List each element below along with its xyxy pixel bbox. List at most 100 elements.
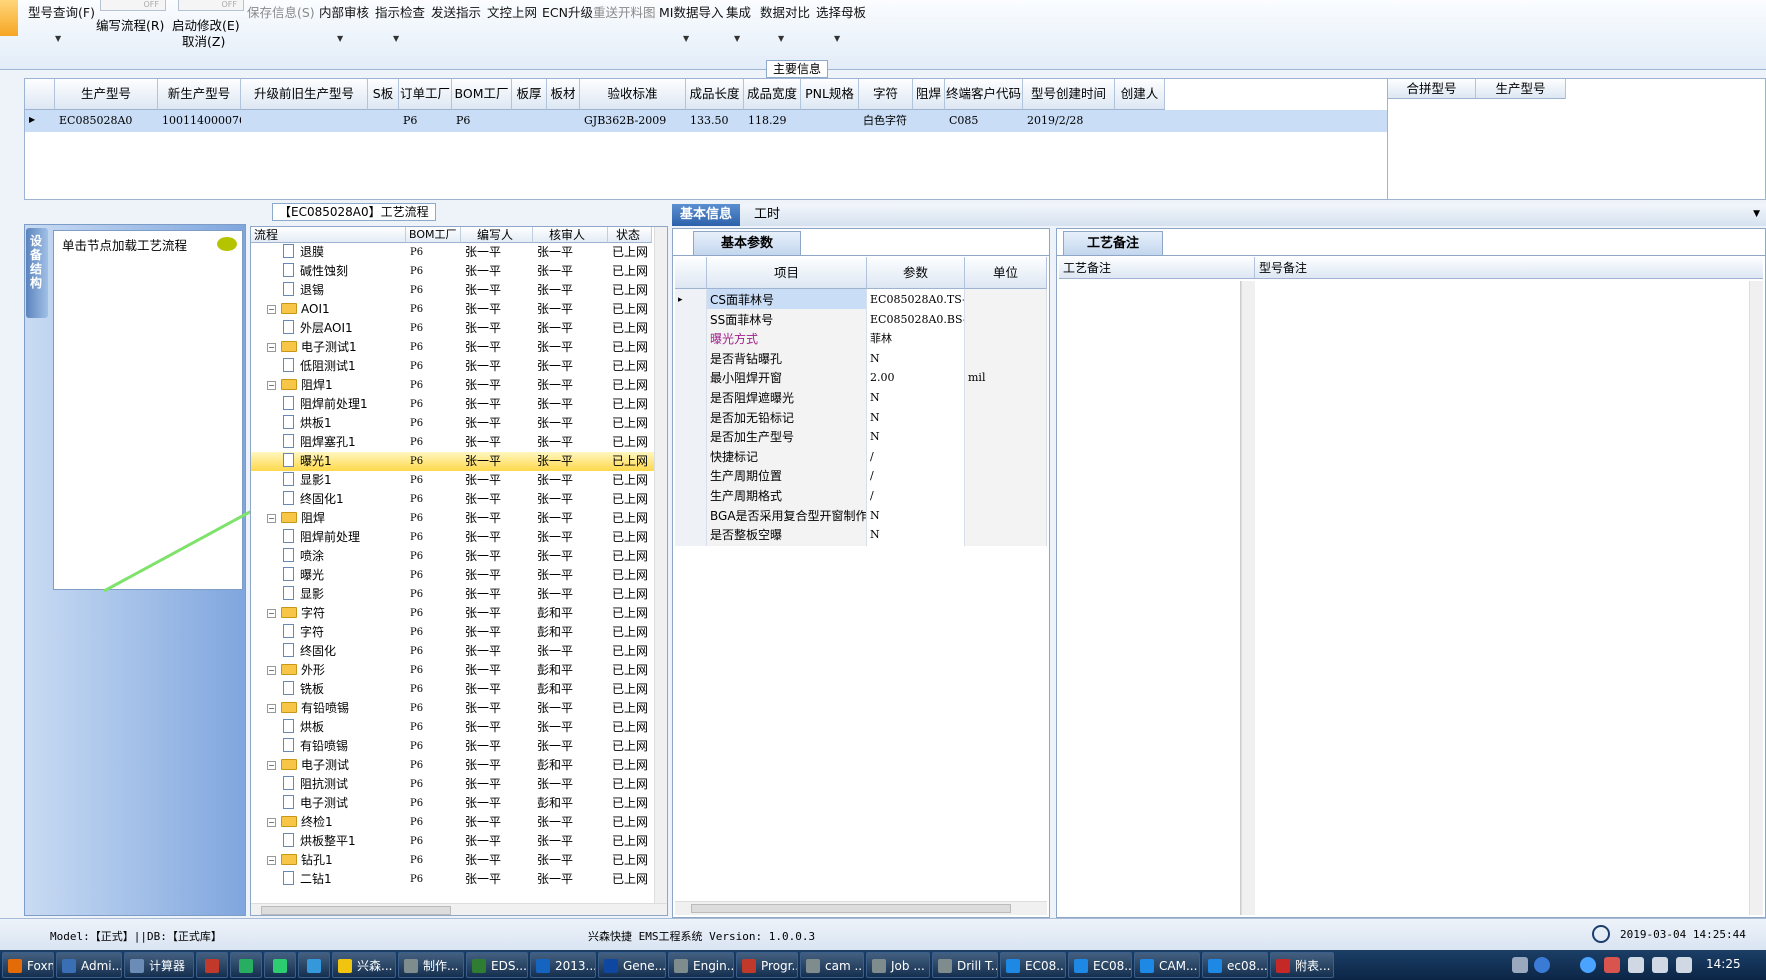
taskbar-button[interactable]: Job ... [866,952,930,978]
tree-row[interactable]: 喷涂 P6 张一平 张一平 已上网 [251,547,667,566]
chevron-down-icon[interactable]: ▼ [55,34,61,43]
tree-row[interactable]: 退膜 P6 张一平 张一平 已上网 [251,243,667,262]
taskbar-button[interactable]: 制作... [398,952,464,978]
tree-row[interactable]: 低阻测试1 P6 张一平 张一平 已上网 [251,357,667,376]
internal-review-button[interactable]: 内部审核 [319,2,369,21]
taskbar-button[interactable]: 附表... [1270,952,1334,978]
collapse-icon[interactable]: − [267,761,276,770]
tree-node-name[interactable]: 阻焊前处理 [283,528,406,547]
tree-row[interactable]: − 阻焊 P6 张一平 张一平 已上网 [251,509,667,528]
column-header[interactable]: 合拼型号 [1388,79,1476,99]
model-remarks-textarea[interactable] [1257,281,1747,915]
collapse-icon[interactable]: − [267,704,276,713]
tree-node-name[interactable]: 二钻1 [283,870,406,889]
taskbar-button[interactable]: Progr... [736,952,798,978]
tree-node-name[interactable]: 退锡 [283,281,406,300]
column-header[interactable]: S板 [368,79,399,110]
save-info-button[interactable]: 保存信息(S) [247,2,315,21]
table-cell[interactable]: P6 [399,110,452,132]
equipment-tree-box[interactable]: 单击节点加载工艺流程 [53,230,243,590]
table-cell[interactable] [241,110,368,132]
tree-vertical-scrollbar[interactable] [654,227,667,903]
tree-row[interactable]: 碱性蚀刻 P6 张一平 张一平 已上网 [251,262,667,281]
tree-node-name[interactable]: 阻抗测试 [283,775,406,794]
tree-node-name[interactable]: 曝光 [283,566,406,585]
taskbar-button[interactable] [196,952,228,978]
column-header[interactable]: 板材 [547,79,580,110]
tab-basic-params[interactable]: 基本参数 [693,231,801,255]
tree-row[interactable]: 阻焊塞孔1 P6 张一平 张一平 已上网 [251,433,667,452]
power-icon[interactable] [1628,957,1644,973]
column-header[interactable]: 终端客户代码 [945,79,1023,110]
param-row[interactable]: 是否整板空曝 N [675,524,1047,547]
chevron-down-icon[interactable]: ▼ [834,34,840,43]
tree-node-name[interactable]: 碱性蚀刻 [283,262,406,281]
table-cell[interactable]: EC085028A0 [55,110,158,132]
tree-node-name[interactable]: 阻焊塞孔1 [283,433,406,452]
tree-row[interactable]: − 电子测试 P6 张一平 彭和平 已上网 [251,756,667,775]
tree-node-name[interactable]: 字符 [283,623,406,642]
tree-node-name[interactable]: 曝光1 [283,452,406,471]
column-header[interactable]: 项目 [707,257,867,289]
taskbar-button[interactable]: Admi... [56,952,122,978]
collapse-icon[interactable]: − [267,514,276,523]
param-row[interactable]: BGA是否采用复合型开窗制作 N [675,504,1047,527]
collapse-icon[interactable]: − [267,666,276,675]
collapse-icon[interactable]: − [267,609,276,618]
tree-node-name[interactable]: 外层AOI1 [283,319,406,338]
column-header[interactable]: 板厚 [512,79,547,110]
model-query-button[interactable]: 型号查询(F) [28,2,95,21]
collapse-icon[interactable]: − [267,381,276,390]
start-modify-toggle[interactable]: OFF [178,0,244,11]
param-row[interactable]: 是否背钻曝孔 N [675,347,1047,370]
tree-row[interactable]: 显影1 P6 张一平 张一平 已上网 [251,471,667,490]
edit-flow-button[interactable]: 编写流程(R) [96,15,164,34]
tree-row[interactable]: 阻焊前处理1 P6 张一平 张一平 已上网 [251,395,667,414]
instruction-check-button[interactable]: 指示检查 [375,2,425,21]
security-icon[interactable] [1604,957,1620,973]
tree-node-name[interactable]: − 电子测试 [267,756,406,775]
param-row[interactable]: 快捷标记 / [675,445,1047,468]
param-row[interactable]: SS面菲林号EC085028A0.BS-BK [675,308,1047,331]
table-cell[interactable]: 118.29 [744,110,801,132]
taskbar-button[interactable]: EC08... [1000,952,1066,978]
tree-node-name[interactable]: 电子测试 [283,794,406,813]
tree-row[interactable]: − 阻焊1 P6 张一平 张一平 已上网 [251,376,667,395]
chevron-down-icon[interactable]: ▼ [1753,209,1760,219]
data-compare-button[interactable]: 数据对比 [760,2,810,21]
table-cell[interactable] [368,110,399,132]
column-header[interactable]: 成品宽度 [744,79,801,110]
tree-node-name[interactable]: − 终检1 [267,813,406,832]
tree-row[interactable]: 铣板 P6 张一平 彭和平 已上网 [251,680,667,699]
tree-row[interactable]: − 电子测试1 P6 张一平 张一平 已上网 [251,338,667,357]
taskbar-button[interactable]: cam ... [800,952,864,978]
help-icon[interactable] [1534,957,1550,973]
taskbar-button[interactable]: Gene... [598,952,666,978]
tree-node-name[interactable]: − 有铅喷锡 [267,699,406,718]
chevron-down-icon[interactable]: ▼ [393,34,399,43]
column-header[interactable]: 新生产型号 [158,79,241,110]
table-cell[interactable]: 2019/2/28 [1023,110,1115,132]
column-header[interactable]: 工艺备注 [1059,257,1255,279]
column-header[interactable]: 型号创建时间 [1023,79,1115,110]
app-menu-button[interactable] [0,0,18,36]
column-header[interactable]: 成品长度 [686,79,744,110]
chevron-down-icon[interactable]: ▼ [337,34,343,43]
taskbar-button[interactable]: ec08... [1202,952,1268,978]
tree-node-name[interactable]: − 字符 [267,604,406,623]
tree-node-name[interactable]: 终固化 [283,642,406,661]
tree-row[interactable]: 烘板1 P6 张一平 张一平 已上网 [251,414,667,433]
tree-horizontal-scrollbar[interactable] [251,903,667,915]
tree-row[interactable]: 曝光1 P6 张一平 张一平 已上网 [251,452,667,471]
table-cell[interactable]: 133.50 [686,110,744,132]
table-cell[interactable] [1115,110,1165,132]
select-motherboard-button[interactable]: 选择母板 [816,2,866,21]
network-icon[interactable] [1512,957,1528,973]
tree-row[interactable]: 显影 P6 张一平 张一平 已上网 [251,585,667,604]
doc-control-online-button[interactable]: 文控上网 [487,2,537,21]
cancel-button[interactable]: 取消(Z) [182,31,225,50]
param-row[interactable]: 是否加生产型号 N [675,426,1047,449]
column-header[interactable]: 参数 [867,257,965,289]
table-cell[interactable]: 白色字符 [859,110,913,132]
table-cell[interactable] [512,110,547,132]
